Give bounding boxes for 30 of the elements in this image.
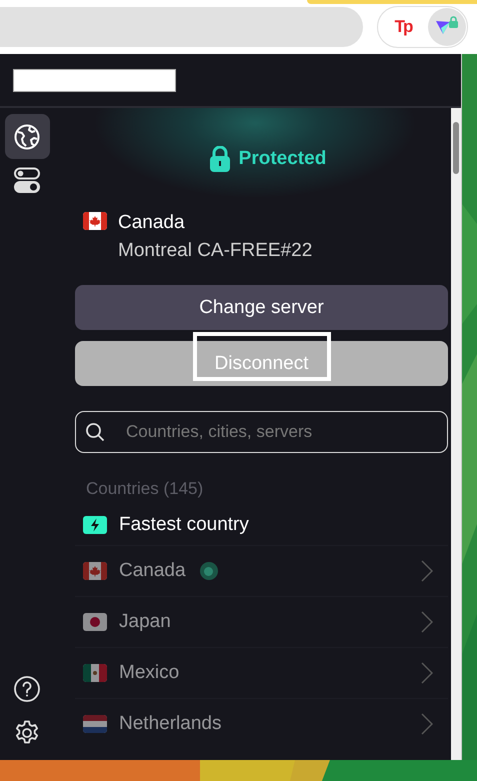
flag-icon	[83, 212, 107, 230]
chevron-right-icon	[421, 611, 433, 633]
settings-icon	[14, 720, 40, 746]
search-field[interactable]: Countries, cities, servers	[75, 411, 448, 453]
flag-icon	[83, 613, 107, 631]
chevron-right-icon	[421, 560, 433, 582]
server-name: Montreal CA-FREE#22	[118, 240, 312, 262]
sidebar-button[interactable]	[4, 114, 50, 159]
search-icon	[85, 422, 105, 442]
country-item[interactable]: Japan	[75, 596, 448, 647]
change-server-button[interactable]: Change server	[75, 285, 448, 330]
country-item[interactable]: Mexico	[75, 647, 448, 698]
country-name: Canada	[118, 212, 186, 234]
help-icon	[14, 676, 40, 702]
lightning-icon	[83, 516, 107, 534]
flag-icon	[83, 664, 107, 682]
lock-icon	[208, 146, 231, 172]
extension-button[interactable]	[428, 8, 466, 46]
chevron-right-icon	[421, 713, 433, 735]
globe-icon	[14, 124, 40, 150]
status-label: Protected	[238, 148, 326, 170]
country-item[interactable]: Netherlands	[75, 698, 448, 749]
section-heading: Countries (145)	[86, 479, 204, 499]
scrollbar[interactable]	[451, 108, 461, 760]
toggles-icon	[14, 167, 40, 193]
country-item[interactable]: Canada	[75, 545, 448, 596]
flag-icon	[83, 715, 107, 733]
flag-icon	[83, 562, 107, 580]
chevron-right-icon	[421, 662, 433, 684]
country-item[interactable]: Fastest country	[75, 505, 448, 545]
